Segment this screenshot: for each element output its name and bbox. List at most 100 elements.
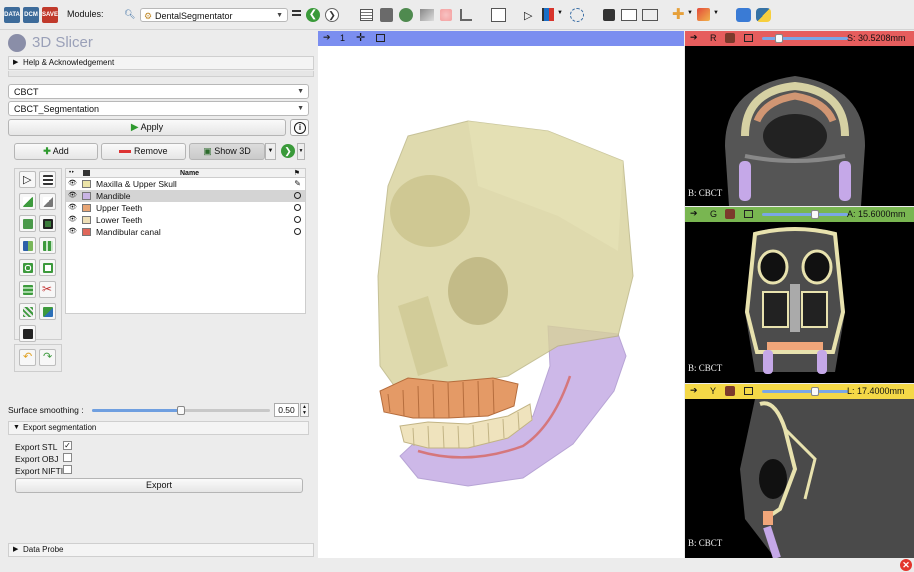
crosshair-icon[interactable]: ✚ [672,7,685,22]
link-icon[interactable] [725,209,735,219]
back-arrow-icon[interactable]: ❮ [306,8,320,22]
effect-smoothing-button[interactable] [19,281,36,298]
pencil-icon[interactable]: ✎ [294,178,301,190]
place-fiducial-icon[interactable] [542,8,554,21]
window-level-icon[interactable] [697,8,710,21]
segment-color-swatch[interactable] [82,180,91,188]
chevron-down-icon[interactable]: ▼ [557,10,563,16]
error-log-icon[interactable]: ✕ [900,559,912,571]
help-acknowledgement-collapsible[interactable]: ▶ Help & Acknowledgement [8,56,314,70]
go-arrow-icon[interactable]: ❯ [281,144,295,158]
slice-offset-slider-handle[interactable] [775,34,784,43]
data-module-icon[interactable] [360,9,373,21]
redo-button[interactable]: ↷ [39,349,56,366]
effect-islands-button[interactable] [19,303,36,320]
visibility-header-icon[interactable]: •‣ [69,169,75,178]
effect-draw-button[interactable] [39,193,56,210]
effect-scissors-button[interactable]: ✂ [39,281,56,298]
green-slice-view[interactable]: ➔ G A: 15.6000mm B: CBCT [685,207,914,383]
eye-icon[interactable]: 👁︎ [68,226,77,238]
flag-header-icon[interactable]: ⚑ [294,169,300,178]
pin-icon[interactable]: ➔ [690,32,698,43]
effect-hollow-button[interactable] [39,259,56,276]
extension-manager-icon[interactable] [736,8,751,22]
screenshot-icon[interactable] [603,9,615,21]
smoothing-spinner[interactable]: ▲ ▼ [300,403,309,417]
segment-color-swatch[interactable] [82,228,91,236]
effect-logical-operators-button[interactable] [39,303,56,320]
smoothing-slider-handle[interactable] [177,406,185,415]
chevron-down-icon[interactable]: ▼ [713,10,719,16]
undo-button[interactable]: ↶ [19,349,36,366]
save-button[interactable]: SAVE [42,7,58,23]
table-row[interactable]: 👁︎ Mandible [66,190,305,202]
center-view-icon[interactable]: ✛ [356,31,365,45]
info-button[interactable]: i [290,119,309,136]
transforms-module-icon[interactable] [420,9,434,21]
views-link-icon[interactable] [642,9,658,21]
view-interaction-icon[interactable] [570,8,584,22]
eye-icon[interactable]: 👁︎ [68,190,77,202]
red-slice-view[interactable]: ➔ R S: 30.5208mm B: CBCT [685,31,914,206]
eye-icon[interactable]: 👁︎ [68,214,77,226]
chevron-down-icon[interactable]: ▼ [687,10,693,16]
forward-arrow-icon[interactable]: ❯ [325,8,339,22]
effect-margin-button[interactable] [19,259,36,276]
link-icon[interactable] [725,386,735,396]
name-column-header[interactable]: Name [180,169,199,178]
remove-segment-button[interactable]: Remove [101,143,186,160]
module-selector[interactable]: ⚙ DentalSegmentator ▼ [140,8,288,22]
show-3d-button[interactable]: ▣ Show 3D [189,143,265,160]
status-circle-icon[interactable] [294,216,301,223]
color-header-icon[interactable] [83,170,90,176]
models-module-icon[interactable] [399,8,413,22]
data-probe-collapsible[interactable]: ▶ Data Probe [8,543,314,557]
table-row[interactable]: 👁︎ Upper Teeth [66,202,305,214]
annotation-module-icon[interactable] [460,9,472,21]
maximize-view-icon[interactable] [744,387,753,395]
status-circle-icon[interactable] [294,204,301,211]
crosshair-views-icon[interactable] [621,9,637,21]
markups-module-icon[interactable] [440,9,452,21]
status-circle-icon[interactable] [294,228,301,235]
effect-threshold-button[interactable] [39,171,56,188]
export-segmentation-collapsible[interactable]: ▼ Export segmentation [8,421,309,435]
status-circle-icon[interactable] [294,192,301,199]
pin-icon[interactable]: ➔ [690,208,698,219]
module-history-icon[interactable] [292,10,301,16]
3d-view[interactable]: ➔ 1 ✛ [318,31,684,558]
module-search-icon[interactable]: 🔍︎ [124,9,135,20]
apply-button[interactable]: ▶ Apply [8,119,286,136]
segment-color-swatch[interactable] [82,192,91,200]
eye-icon[interactable]: 👁︎ [68,202,77,214]
pin-icon[interactable]: ➔ [690,385,698,396]
slice-offset-slider-track[interactable] [762,213,848,216]
segmentation-selector[interactable]: CBCT_Segmentation ▼ [8,101,309,116]
volume-selector[interactable]: CBCT ▼ [8,84,309,99]
table-row[interactable]: 👁︎ Lower Teeth [66,214,305,226]
volumes-module-icon[interactable] [380,8,393,22]
table-row[interactable]: 👁︎ Mandibular canal [66,226,305,238]
effect-erase-button[interactable] [19,215,36,232]
effect-grow-from-seeds-button[interactable] [19,237,36,254]
export-stl-checkbox[interactable]: ✓ [63,441,72,450]
eye-icon[interactable]: 👁︎ [68,178,77,190]
mouse-pointer-icon[interactable]: ▷ [524,9,532,22]
segment-color-swatch[interactable] [82,204,91,212]
python-console-icon[interactable] [756,8,771,22]
table-row[interactable]: 👁︎ Maxilla & Upper Skull ✎ [66,178,305,190]
load-data-button[interactable]: DATA [4,7,20,23]
segment-color-swatch[interactable] [82,216,91,224]
export-obj-checkbox[interactable] [63,453,72,462]
layout-module-icon[interactable] [491,8,506,22]
maximize-view-icon[interactable] [376,34,385,42]
effect-level-tracing-button[interactable] [39,215,56,232]
slice-offset-slider-handle[interactable] [811,387,820,396]
slice-offset-slider-handle[interactable] [811,210,820,219]
maximize-view-icon[interactable] [744,34,753,42]
maximize-view-icon[interactable] [744,210,753,218]
add-segment-button[interactable]: ✚ Add [14,143,98,160]
dicom-button[interactable]: DCM [23,7,39,23]
effect-none-button[interactable]: ▷ [19,171,36,188]
effect-fill-between-slices-button[interactable] [39,237,56,254]
